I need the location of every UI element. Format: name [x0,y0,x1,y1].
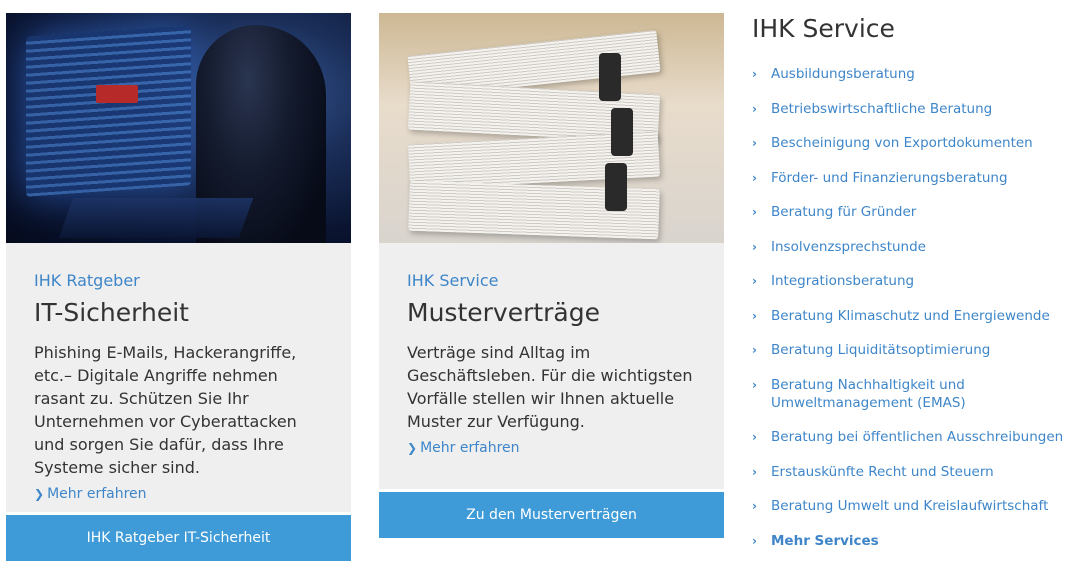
chevron-right-icon: › [752,499,757,513]
service-link[interactable]: › Beratung Klimaschutz und Energiewende [752,307,1077,325]
service-link[interactable]: › Beratung Nachhaltigkeit und Umweltmanag… [752,376,1077,412]
chevron-right-icon: › [752,101,757,116]
service-link-label: Betriebswirtschaftliche Beratung [771,100,993,117]
service-link[interactable]: › Insolvenzsprechstunde [752,238,1077,256]
chevron-right-icon: › [752,239,757,254]
service-list: › Ausbildungsberatung › Betriebswirtschaft… [752,65,1077,550]
link-label: Mehr erfahren [47,486,147,502]
service-link[interactable]: › Beratung bei öffentlichen Ausschreibung… [752,428,1077,446]
chevron-right-icon: › [752,533,757,548]
card-kicker: IHK Service [407,271,499,290]
keyboard-graphic [58,198,254,238]
monitor-graphic [26,25,191,197]
chevron-right-icon: › [752,430,757,444]
service-link[interactable]: › Beratung Umwelt und Kreislaufwirtschaft [752,497,1077,515]
mehr-erfahren-link[interactable]: ❯ Mehr erfahren [407,440,520,456]
ihk-service-panel: IHK Service › Ausbildungsberatung › Betrie… [752,14,1077,566]
chevron-right-icon: › [752,308,757,323]
chevron-right-icon: › [752,136,757,150]
card-text: Verträge sind Alltag im Geschäftsleben. … [407,343,693,431]
service-link-label: Integrationsberatung [771,273,915,289]
service-link[interactable]: › Integrationsberatung [752,272,1077,290]
paper-stack-image[interactable] [379,13,724,243]
mehr-services-label: Mehr Services [771,532,879,549]
binder-clip [599,53,621,101]
binder-clip [605,163,627,211]
card-title: IT-Sicherheit [34,298,189,327]
service-link-label: Beratung bei öffentlichen Ausschreibunge… [771,429,1064,445]
card-title: Musterverträge [407,298,601,327]
service-link[interactable]: › Beratung Liquiditätsoptimierung [752,341,1077,359]
chevron-right-icon: › [752,274,757,288]
card-kicker: IHK Ratgeber [34,271,140,290]
service-link[interactable]: › Förder- und Finanzierungsberatung [752,169,1077,187]
service-link[interactable]: › Beratung für Gründer [752,203,1077,221]
service-link-label: Insolvenzsprechstunde [771,238,926,255]
chevron-right-icon: ❯ [34,487,45,501]
card-mustervertraege: IHK Service Musterverträge Verträge sind… [379,13,724,538]
ratgeber-it-sicherheit-button[interactable]: IHK Ratgeber IT-Sicherheit [6,512,351,561]
hacker-image[interactable] [6,13,351,243]
link-label: Mehr erfahren [420,440,520,456]
mehr-erfahren-link[interactable]: ❯ Mehr erfahren [34,486,147,502]
chevron-right-icon: › [752,67,757,81]
service-link-label: Beratung Umwelt und Kreislaufwirtschaft [771,498,1049,514]
service-title: IHK Service [752,14,895,43]
service-link-label: Bescheinigung von Exportdokumenten [771,135,1033,151]
service-link-label: Erstauskünfte Recht und Steuern [771,463,994,480]
service-link[interactable]: › Erstauskünfte Recht und Steuern [752,463,1077,481]
service-link[interactable]: › Betriebswirtschaftliche Beratung [752,100,1077,118]
service-link[interactable]: › Ausbildungsberatung [752,65,1077,83]
chevron-right-icon: › [752,377,757,392]
mustervertraege-button[interactable]: Zu den Musterverträgen [379,489,724,538]
chevron-right-icon: › [752,343,757,357]
chevron-right-icon: › [752,464,757,479]
service-link-label: Förder- und Finanzierungsberatung [771,169,1008,186]
card-it-sicherheit: IHK Ratgeber IT-Sicherheit Phishing E-Ma… [6,13,351,561]
service-link-label: Beratung Klimaschutz und Energiewende [771,307,1050,324]
service-link-label: Beratung Liquiditätsoptimierung [771,342,991,358]
service-link-label: Beratung Nachhaltigkeit und Umweltmanage… [771,376,966,411]
service-link-label: Ausbildungsberatung [771,66,915,82]
card-text: Phishing E-Mails, Hackerangriffe, etc.– … [34,343,297,477]
binder-clip [611,108,633,156]
chevron-right-icon: › [752,170,757,185]
chevron-right-icon: ❯ [407,441,418,455]
service-link-label: Beratung für Gründer [771,204,917,220]
password-warning-graphic [96,85,138,103]
service-link[interactable]: › Bescheinigung von Exportdokumenten [752,134,1077,152]
chevron-right-icon: › [752,205,757,219]
mehr-services-link[interactable]: › Mehr Services [752,532,1077,550]
